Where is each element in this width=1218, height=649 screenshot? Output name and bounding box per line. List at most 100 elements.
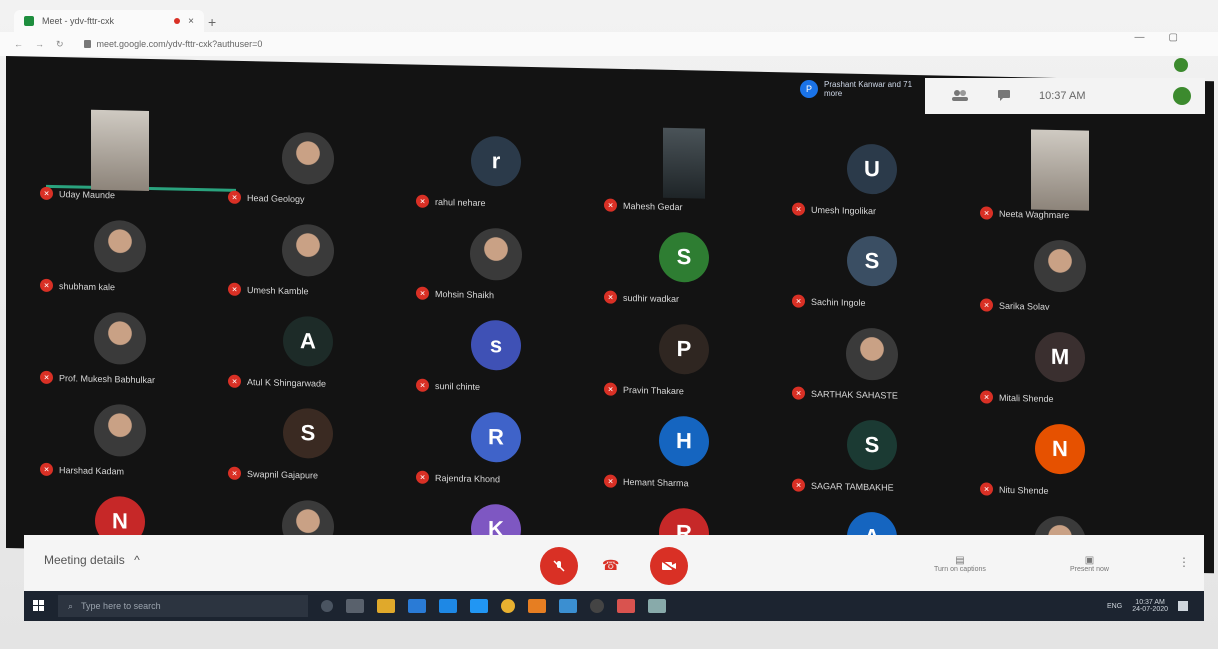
task-view-icon[interactable] — [346, 599, 364, 613]
participant-tile[interactable]: U ✕ Umesh Ingolikar — [782, 134, 962, 228]
participant-label: ✕ Uday Maunde — [40, 186, 116, 202]
presenter-chip[interactable]: P Prashant Kanwar and 71 more — [800, 80, 925, 98]
monitor-screen: Meet - ydv-fttr-cxk × + ← → ↻ meet.googl… — [0, 0, 1218, 649]
participant-avatar: N — [1035, 423, 1085, 475]
notification-icon[interactable] — [1178, 601, 1188, 611]
minimize-button[interactable]: — — [1135, 32, 1145, 43]
participant-avatar: S — [847, 235, 897, 287]
app-icon-4[interactable] — [617, 599, 635, 613]
phone-hangup-icon[interactable]: ☎ — [602, 557, 619, 574]
app-icon-2[interactable] — [559, 599, 577, 613]
participant-tile[interactable]: ✕ Sarika Solav — [970, 230, 1150, 324]
participant-avatar: H — [659, 415, 709, 467]
participant-avatar: P — [659, 323, 709, 375]
mail-icon[interactable] — [408, 599, 426, 613]
browser-tabbar: Meet - ydv-fttr-cxk × + — [0, 6, 1218, 32]
participant-tile[interactable]: ✕ Mohsin Shaikh — [406, 218, 586, 312]
participant-label: ✕ Rajendra Khond — [416, 470, 500, 486]
participant-tile[interactable]: ✕ shubham kale — [30, 211, 210, 305]
mic-muted-icon: ✕ — [40, 278, 53, 292]
participant-tile[interactable]: ✕ SARTHAK SAHASTE — [782, 318, 962, 412]
participant-tile[interactable]: P ✕ Pravin Thakare — [594, 314, 774, 408]
participant-label: ✕ sudhir wadkar — [604, 290, 679, 306]
user-avatar[interactable] — [1173, 87, 1191, 105]
cortana-icon[interactable] — [321, 600, 333, 612]
participant-tile[interactable]: H ✕ Hemant Sharma — [594, 406, 774, 500]
participant-label: ✕ Pravin Thakare — [604, 382, 684, 398]
participant-tile[interactable]: S ✕ SAGAR TAMBAKHE — [782, 410, 962, 504]
meeting-details-label: Meeting details — [44, 553, 125, 567]
participant-name: Mahesh Gedar — [623, 200, 683, 212]
participant-label: ✕ Mohsin Shaikh — [416, 286, 494, 302]
url-field[interactable]: meet.google.com/ydv-fttr-cxk?authuser=0 — [97, 39, 263, 49]
mic-muted-icon: ✕ — [416, 286, 429, 300]
participant-name: SAGAR TAMBAKHE — [811, 480, 894, 493]
mic-off-button[interactable] — [540, 547, 578, 585]
chrome-icon[interactable] — [501, 599, 515, 613]
tab-close-icon[interactable]: × — [188, 16, 194, 27]
forward-icon[interactable]: → — [35, 39, 44, 50]
mic-muted-icon: ✕ — [228, 374, 241, 388]
participant-tile[interactable]: A ✕ Atul K Shingarwade — [218, 306, 398, 400]
participant-tile[interactable]: ✕ Harshad Kadam — [30, 395, 210, 489]
participant-tile[interactable]: S ✕ Sachin Ingole — [782, 226, 962, 320]
participant-name: Sachin Ingole — [811, 296, 866, 308]
file-explorer-icon[interactable] — [377, 599, 395, 613]
app-icon-3[interactable] — [590, 599, 604, 613]
participant-tile[interactable]: M ✕ Mitali Shende — [970, 322, 1150, 416]
participant-name: Head Geology — [247, 192, 305, 204]
participant-name: Mitali Shende — [999, 392, 1054, 404]
app-icon-5[interactable] — [648, 599, 666, 613]
participant-tile[interactable]: s ✕ sunil chinte — [406, 310, 586, 404]
camera-off-button[interactable] — [650, 547, 688, 585]
reload-icon[interactable]: ↻ — [56, 39, 64, 50]
participant-tile[interactable]: ✕ Uday Maunde — [30, 109, 210, 213]
participant-name: shubham kale — [59, 280, 116, 292]
language-indicator[interactable]: ENG — [1107, 603, 1122, 610]
participant-tile[interactable]: r ✕ rahul nehare — [406, 126, 586, 220]
browser-profile-avatar[interactable] — [1174, 58, 1188, 72]
edge-icon[interactable] — [439, 599, 457, 613]
participant-tile[interactable]: N ✕ Nitu Shende — [970, 414, 1150, 508]
new-tab-button[interactable]: + — [208, 14, 216, 30]
mic-muted-icon: ✕ — [40, 462, 53, 476]
app-icon[interactable] — [528, 599, 546, 613]
chat-icon[interactable] — [997, 89, 1011, 104]
participant-name: Sarika Solav — [999, 300, 1050, 312]
captions-button[interactable]: ▤ Turn on captions — [934, 555, 986, 573]
more-options-icon[interactable]: ⋮ — [1178, 555, 1190, 569]
store-icon[interactable] — [470, 599, 488, 613]
participant-tile[interactable]: ✕ Umesh Kamble — [218, 214, 398, 308]
participant-photo — [1034, 239, 1086, 293]
meeting-details-button[interactable]: Meeting details ^ — [44, 553, 140, 567]
participant-tile[interactable]: R ✕ Rajendra Khond — [406, 402, 586, 496]
maximize-button[interactable]: ▢ — [1169, 32, 1178, 43]
back-icon[interactable]: ← — [14, 39, 23, 50]
participant-name: Swapnil Gajapure — [247, 468, 319, 481]
participant-name: Prof. Mukesh Babhulkar — [59, 372, 156, 385]
taskbar-search-input[interactable]: ⌕ Type here to search — [58, 595, 308, 617]
present-now-button[interactable]: ▣ Present now — [1070, 555, 1109, 573]
mic-muted-icon: ✕ — [228, 466, 241, 480]
tray-clock[interactable]: 10:37 AM 24-07-2020 — [1132, 599, 1168, 613]
windows-start-icon[interactable] — [24, 600, 54, 612]
people-icon[interactable] — [951, 89, 969, 104]
participant-name: Umesh Ingolikar — [811, 204, 877, 216]
participant-photo — [846, 327, 898, 381]
lock-icon — [83, 40, 91, 48]
presenter-avatar: P — [800, 80, 818, 98]
participant-tile[interactable]: S ✕ Swapnil Gajapure — [218, 398, 398, 492]
participant-tile[interactable]: ✕ Neeta Waghmare — [970, 129, 1150, 232]
participant-tile[interactable]: ✕ Mahesh Gedar — [594, 127, 774, 224]
tray-time: 10:37 AM — [1135, 599, 1165, 606]
mic-muted-icon: ✕ — [416, 194, 429, 208]
participant-tile[interactable]: ✕ Head Geology — [218, 122, 398, 216]
browser-tab[interactable]: Meet - ydv-fttr-cxk × — [14, 10, 204, 32]
windows-taskbar: ⌕ Type here to search ENG 10:37 AM 24-07… — [24, 591, 1204, 621]
mic-muted-icon: ✕ — [792, 478, 805, 492]
participant-tile[interactable]: ✕ Prof. Mukesh Babhulkar — [30, 303, 210, 397]
participant-tile[interactable]: S ✕ sudhir wadkar — [594, 222, 774, 316]
participant-name: SARTHAK SAHASTE — [811, 388, 898, 401]
mic-muted-icon: ✕ — [40, 370, 53, 384]
participant-name: Uday Maunde — [59, 188, 116, 200]
